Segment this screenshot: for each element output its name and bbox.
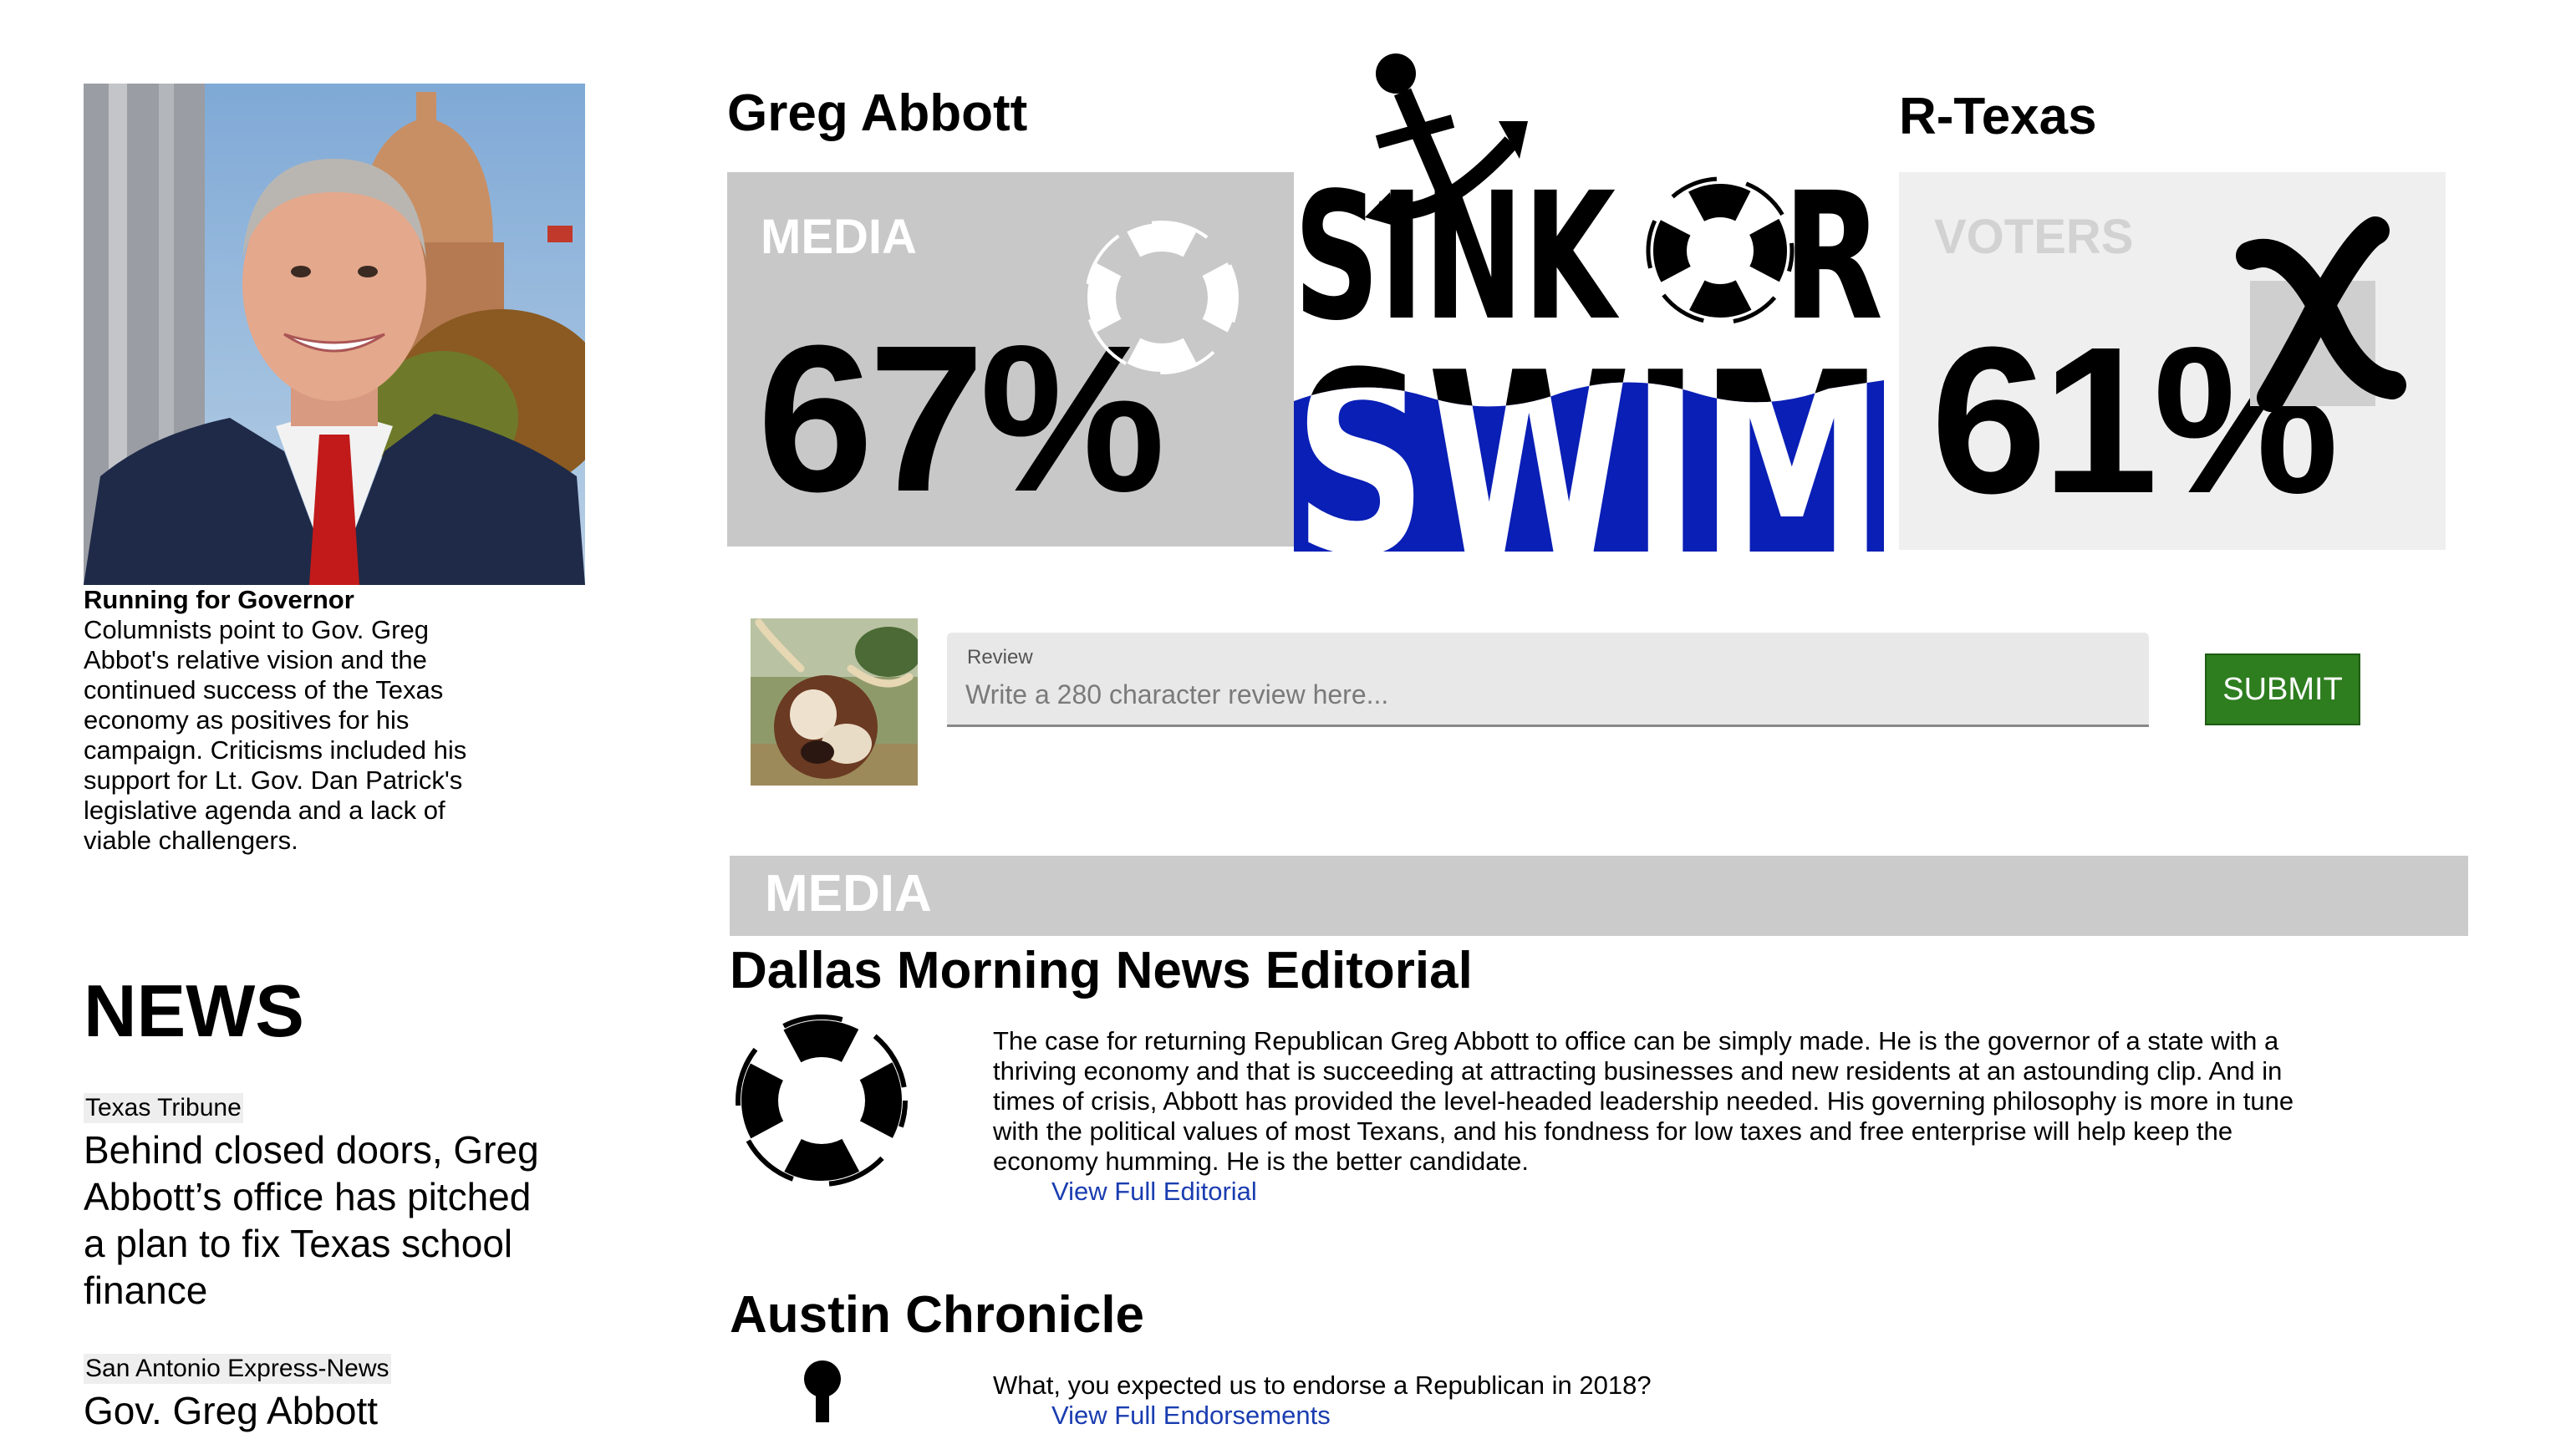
sink-or-swim-logo: SINK R SWIM SWIM xyxy=(1294,53,1884,552)
candidate-photo xyxy=(84,84,585,585)
media-source-excerpt: The case for returning Republican Greg A… xyxy=(993,1026,2297,1207)
media-section-header: MEDIA xyxy=(730,856,2468,936)
news-heading: NEWS xyxy=(84,969,304,1052)
media-section-title: MEDIA xyxy=(765,865,932,923)
excerpt-text: The case for returning Republican Greg A… xyxy=(993,1026,2294,1176)
voters-score-label: VOTERS xyxy=(1934,210,2134,264)
news-headline-link[interactable]: Behind closed doors, Greg Abbott’s offic… xyxy=(84,1126,552,1314)
candidate-caption: Running for Governor Columnists point to… xyxy=(84,585,518,856)
view-full-endorsements-link[interactable]: View Full Endorsements xyxy=(1051,1401,1331,1431)
news-source: Texas Tribune xyxy=(84,1093,243,1123)
x-mark-icon xyxy=(2236,216,2406,412)
media-source-title: Dallas Morning News Editorial xyxy=(730,942,1473,999)
news-source: San Antonio Express-News xyxy=(84,1354,391,1384)
life-ring-icon xyxy=(736,1014,908,1187)
review-field[interactable]: Review xyxy=(947,633,2149,727)
caption-title: Running for Governor xyxy=(84,585,354,614)
media-score-label: MEDIA xyxy=(761,210,917,264)
news-headline-link[interactable]: Gov. Greg Abbott xyxy=(84,1387,552,1434)
review-input[interactable] xyxy=(965,676,2119,713)
voters-score-panel: VOTERS 61% xyxy=(1899,172,2446,550)
media-source-excerpt: What, you expected us to endorse a Repub… xyxy=(993,1370,2297,1431)
media-source-title: Austin Chronicle xyxy=(730,1286,1145,1344)
anchor-icon xyxy=(804,1360,841,1422)
submit-button[interactable]: SUBMIT xyxy=(2205,653,2360,725)
candidate-name: Greg Abbott xyxy=(727,84,1028,142)
life-ring-icon xyxy=(1646,176,1795,325)
excerpt-text: What, you expected us to endorse a Repub… xyxy=(993,1370,1652,1400)
life-ring-icon xyxy=(1085,221,1239,374)
view-full-editorial-link[interactable]: View Full Editorial xyxy=(1051,1177,1257,1207)
review-label: Review xyxy=(967,646,1033,669)
longhorn-thumbnail xyxy=(751,618,918,786)
media-score-panel: MEDIA 67% xyxy=(727,172,1294,547)
news-item[interactable]: Texas Tribune Behind closed doors, Greg … xyxy=(84,1093,552,1314)
candidate-party: R-Texas xyxy=(1899,88,2097,145)
caption-text: Columnists point to Gov. Greg Abbot's re… xyxy=(84,615,467,855)
